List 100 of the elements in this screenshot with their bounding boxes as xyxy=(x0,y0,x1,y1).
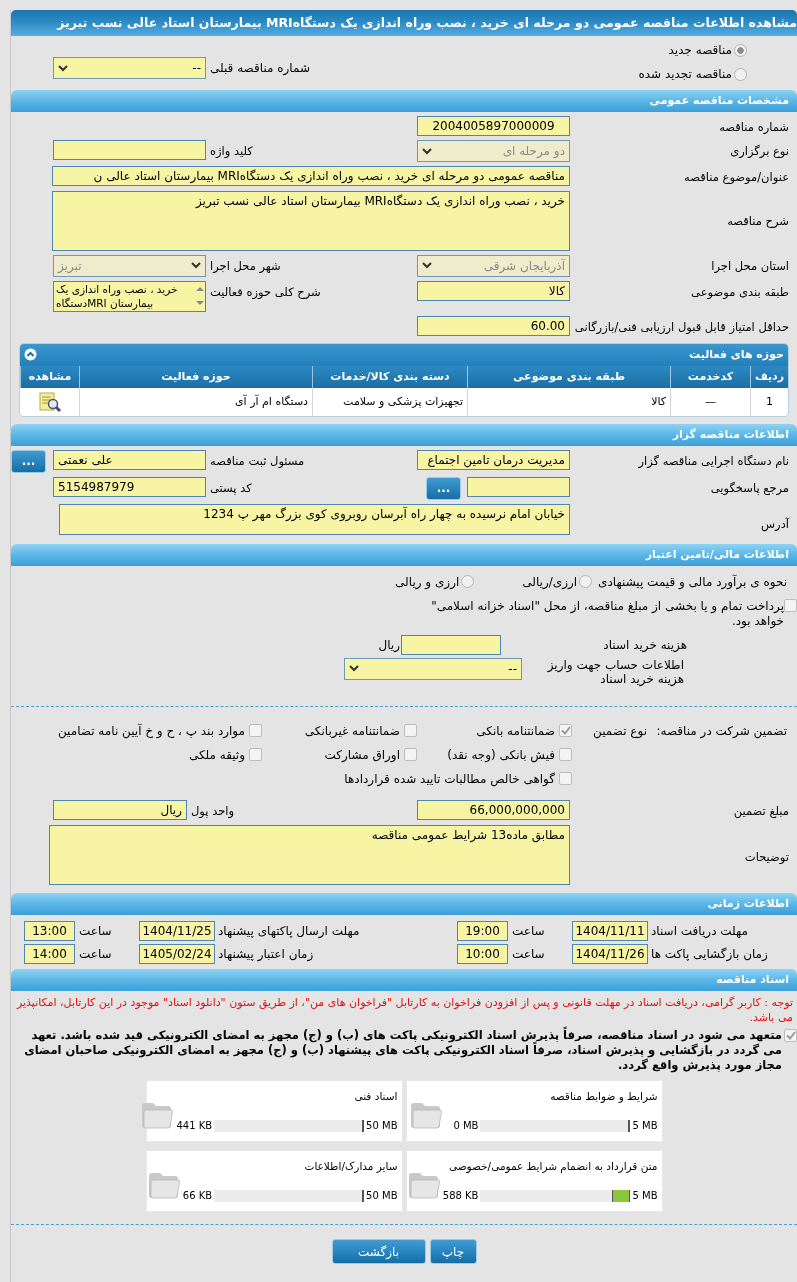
chevron-down-icon xyxy=(422,262,432,269)
field-label: توضیحات xyxy=(743,849,790,866)
checkbox[interactable] xyxy=(784,1029,797,1042)
action-button[interactable]: بازگشت xyxy=(331,1239,426,1264)
field-label: نحوه ی برآورد مالی و قیمت پیشنهادی xyxy=(598,573,787,591)
field-label: کد پستی xyxy=(210,479,252,497)
text-area[interactable]: خیابان امام نرسیده به چهار راه آبرسان روبروی کوی بزرگ مهر پ 1234 xyxy=(59,503,570,535)
input-field[interactable] xyxy=(53,140,206,161)
input-field[interactable]: 2004005897000009 xyxy=(417,116,570,136)
field-label: شماره مناقصه قبلی xyxy=(210,60,310,77)
field-label: اطلاعات حساب جهت واریز هزینه خرید اسناد xyxy=(546,657,684,686)
table-cell: — xyxy=(670,387,750,416)
radio-label: مناقصه جدید xyxy=(668,42,732,59)
checkbox-label: پرداخت تمام و یا بخشی از مبلغ مناقصه، از محل "اسناد خزانه اسلامی" خواهد بود. xyxy=(430,598,784,629)
input-field[interactable]: مناقصه عمومی دو مرحله ای خرید ، نصب وراه اندازی یک دستگاهMRI بیمارستان استاد عالی ن xyxy=(52,166,570,187)
document-title: سایر مدارک/اطلاعات xyxy=(303,1158,398,1175)
page-title: مشاهده اطلاعات مناقصه عمومی دو مرحله ای خرید ، نصب وراه اندازی یک دستگاهMRI بیمارستان استاد عالی نسب تبریز xyxy=(11,10,797,36)
column-header: مشاهده xyxy=(20,365,79,388)
checkbox[interactable] xyxy=(249,748,262,762)
time-label: ساعت xyxy=(78,923,113,940)
radio-button[interactable] xyxy=(579,575,593,589)
size-limit: 5 MB xyxy=(632,1119,658,1134)
file-size: 66 KB xyxy=(182,1189,213,1204)
view-document-icon[interactable] xyxy=(37,390,62,413)
date-field[interactable]: 1405/02/24 xyxy=(139,944,215,964)
date-field[interactable]: 1404/11/25 xyxy=(139,921,215,941)
text-area[interactable]: مطابق ماده13 شرایط عمومی مناقصه xyxy=(49,825,570,885)
field-label: شهر محل اجرا xyxy=(210,257,281,275)
radio-button[interactable] xyxy=(734,43,747,57)
radio-button[interactable] xyxy=(461,575,475,589)
checkbox-label: گواهی خالص مطالبات تایید شده قراردادها xyxy=(344,770,555,788)
field-label: مهلت دریافت اسناد xyxy=(650,923,748,940)
section-header: اطلاعات مناقصه گزار xyxy=(11,423,797,446)
time-field[interactable]: 19:00 xyxy=(457,921,508,941)
document-title: شرایط و ضوابط مناقصه xyxy=(549,1088,658,1105)
action-button[interactable]: چاپ xyxy=(429,1239,477,1264)
input-field[interactable] xyxy=(467,476,570,497)
field-label: مرجع پاسخگویی xyxy=(709,479,790,497)
more-button[interactable]: ... xyxy=(426,476,461,500)
time-field[interactable]: 13:00 xyxy=(24,921,75,941)
checkbox[interactable] xyxy=(559,772,572,786)
notice-text: توجه : کاربر گرامی، دریافت اسناد در مهلت قانونی و پس از افزودن فراخوان به کارتابل "فراخوان های من"، از طریق ستون "دانلود اسناد" موجود در این کارتابل، امکانپذیر می باشد. xyxy=(15,995,794,1025)
checkbox-label: وثیقه ملکی xyxy=(188,746,245,764)
size-limit: 50 MB xyxy=(366,1189,398,1204)
chevron-down-icon xyxy=(58,64,68,72)
checkbox[interactable] xyxy=(249,724,262,738)
field-label: نام دستگاه اجرایی مناقصه گزار xyxy=(637,452,790,470)
radio-label: ارزی/ریالی xyxy=(522,573,578,591)
radio-label: مناقصه تجدید شده xyxy=(638,66,732,83)
input-field[interactable]: کالا xyxy=(417,280,570,301)
input-field[interactable]: 60.00 xyxy=(417,315,570,336)
input-field[interactable]: 66,000,000,000 xyxy=(417,799,570,820)
table-title: حوزه های فعالیت xyxy=(689,346,784,363)
field-label: عنوان/موضوع مناقصه xyxy=(683,169,790,187)
time-label: ساعت xyxy=(78,946,113,963)
input-field[interactable]: 5154987979 xyxy=(53,476,206,497)
date-field[interactable]: 1404/11/11 xyxy=(572,921,648,941)
file-size: 0 MB xyxy=(453,1119,479,1134)
field-label: تضمین شرکت در مناقصه: xyxy=(655,722,787,740)
time-field[interactable]: 14:00 xyxy=(24,944,75,964)
field-label: استان محل اجرا xyxy=(710,257,790,275)
checkbox-label: موارد بند پ ، ح و خ آیین نامه تضامین xyxy=(57,722,245,740)
field-label: واحد پول xyxy=(191,802,235,820)
chevron-down-icon xyxy=(191,262,201,269)
field-label: نوع تضمین xyxy=(592,722,647,740)
field-label: طبقه بندی موضوعی xyxy=(690,283,790,301)
folder-icon xyxy=(408,1100,443,1130)
document-title: اسناد فنی xyxy=(353,1088,398,1104)
section-header: اطلاعات زمانی xyxy=(11,893,797,915)
collapse-icon xyxy=(24,348,37,362)
input-field[interactable]: ریال xyxy=(53,799,187,820)
checkbox[interactable] xyxy=(559,748,572,762)
table-cell: دستگاه ام آر آی xyxy=(79,387,312,416)
time-label: ساعت xyxy=(511,946,546,963)
checkbox[interactable] xyxy=(404,748,417,762)
input-field[interactable]: علی نعمتی xyxy=(53,449,206,470)
checkbox[interactable] xyxy=(784,598,797,612)
input-field[interactable]: مدیریت درمان تامین اجتماع xyxy=(417,449,570,470)
more-button[interactable]: ... xyxy=(11,449,46,473)
file-size: 588 KB xyxy=(442,1189,479,1204)
field-label: مبلغ تضمین xyxy=(732,802,790,820)
checkbox-label: ضمانتنامه غیربانکی xyxy=(304,722,400,740)
column-header: ردیف xyxy=(750,365,788,388)
select-field[interactable]: -- xyxy=(53,57,206,79)
table-cell: کالا xyxy=(467,387,670,416)
radio-button[interactable] xyxy=(734,67,747,81)
column-header: دسته بندی کالا/خدمات xyxy=(312,365,467,388)
checkbox-label: ضمانتنامه بانکی xyxy=(476,722,555,740)
field-label: آدرس xyxy=(760,515,790,533)
checkbox[interactable] xyxy=(404,724,417,738)
checkbox[interactable] xyxy=(559,724,572,738)
date-field[interactable]: 1404/11/26 xyxy=(572,944,648,964)
field-label: مهلت ارسال پاکتهای پیشنهاد xyxy=(217,923,360,940)
text-area[interactable]: خرید ، نصب وراه اندازی یک دستگاهMRI بیمارستان استاد عالی نسب تبریز xyxy=(52,190,570,251)
input-field[interactable] xyxy=(401,634,501,655)
file-size: 441 KB xyxy=(176,1119,213,1134)
time-field[interactable]: 10:00 xyxy=(457,944,508,964)
section-header: اطلاعات مالی/تامین اعتبار xyxy=(11,543,797,566)
select-field[interactable]: -- xyxy=(344,657,522,680)
radio-label: ارزی و ریالی xyxy=(395,573,460,591)
